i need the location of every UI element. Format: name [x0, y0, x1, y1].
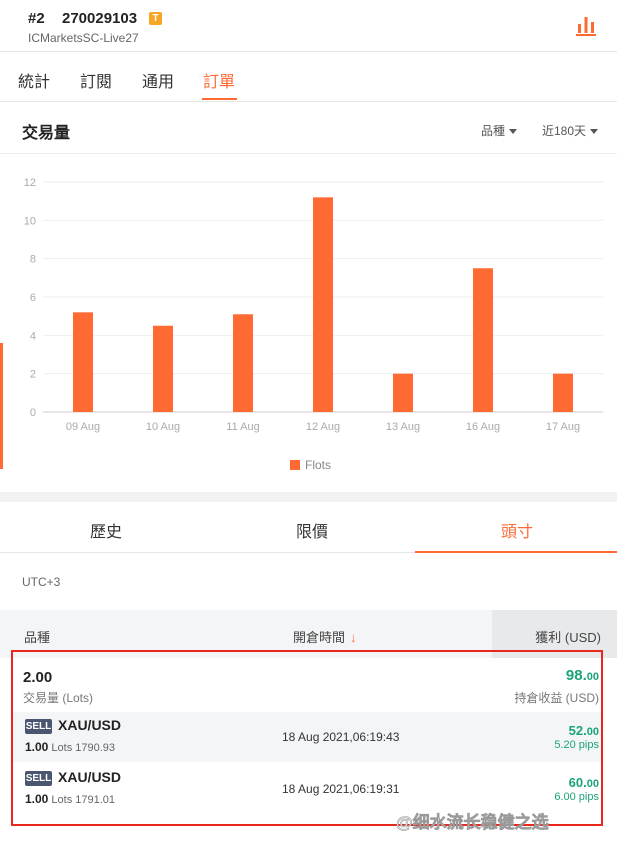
position-tab-active-indicator	[415, 551, 617, 553]
positions-summary: 2.00 交易量 (Lots) 98.00 持倉收益 (USD)	[13, 660, 603, 712]
legend-swatch	[290, 460, 300, 470]
tab-general[interactable]: 通用	[142, 68, 174, 92]
tab-orders[interactable]: 訂單	[203, 68, 235, 92]
period-filter-label: 近180天	[542, 124, 587, 138]
caret-down-icon	[590, 129, 599, 135]
y-tick-label: 4	[30, 330, 36, 342]
tab-limit[interactable]: 限價	[272, 518, 352, 542]
tab-active-indicator	[202, 98, 237, 100]
positions-table-header: 品種 開倉時間 ↓ 獲利 (USD)	[0, 610, 617, 658]
column-open-time-label: 開倉時間	[293, 630, 346, 645]
tab-subscription[interactable]: 訂閱	[80, 68, 112, 92]
summary-lots: 2.00	[23, 669, 53, 686]
watermark: @细水流长稳健之选	[396, 813, 549, 833]
summary-lots-label: 交易量 (Lots)	[23, 691, 94, 705]
bar	[473, 268, 493, 412]
account-rank: #2	[28, 10, 45, 27]
column-profit[interactable]: 獲利 (USD)	[535, 627, 601, 646]
x-tick-label: 17 Aug	[546, 421, 580, 433]
column-symbol[interactable]: 品種	[24, 627, 50, 646]
trade-symbol: XAU/USD	[58, 717, 122, 733]
sort-down-icon: ↓	[350, 630, 357, 645]
account-header: #2 270029103 T ICMarketsSC-Live27	[0, 0, 617, 52]
tab-statistics[interactable]: 統計	[18, 68, 50, 92]
caret-down-icon	[509, 129, 518, 135]
summary-profit: 98.00	[566, 667, 599, 684]
y-tick-label: 12	[24, 177, 36, 189]
trade-profit-dec: 00	[586, 726, 599, 738]
x-tick-label: 12 Aug	[306, 421, 340, 433]
bar	[73, 312, 93, 412]
column-open-time[interactable]: 開倉時間 ↓	[293, 627, 357, 646]
table-row[interactable]: SELL XAU/USD 1.00 Lots 1791.01 18 Aug 20…	[13, 764, 603, 814]
symbol-filter-label: 品種	[481, 124, 506, 138]
trade-profit: 52.00	[569, 723, 599, 738]
summary-profit-dec: 00	[586, 671, 599, 683]
trade-profit-dec: 00	[586, 778, 599, 790]
account-id: 270029103	[62, 10, 138, 27]
position-tabs: 歷史 限價 頭寸	[0, 502, 617, 553]
period-filter-dropdown[interactable]: 近180天	[542, 122, 599, 139]
x-tick-label: 11 Aug	[226, 421, 259, 433]
trade-price: 1791.01	[75, 794, 116, 806]
trade-profit-int: 60.	[568, 775, 587, 790]
bar	[153, 325, 173, 412]
account-server: ICMarketsSC-Live27	[28, 31, 139, 45]
x-tick-label: 16 Aug	[466, 421, 500, 433]
trade-profit: 60.00	[569, 775, 599, 790]
y-tick-label: 2	[30, 369, 36, 381]
trade-symbol: XAU/USD	[58, 769, 122, 785]
symbol-filter-dropdown[interactable]: 品種	[481, 122, 518, 139]
bar	[393, 373, 413, 412]
volume-header: 交易量 品種 近180天	[0, 102, 617, 154]
y-tick-label: 6	[30, 292, 36, 304]
trade-open-time: 18 Aug 2021,06:19:31	[282, 782, 400, 796]
trade-pips: 6.00 pips	[554, 791, 599, 803]
trade-lots: 1.00 Lots 1791.01	[25, 792, 115, 806]
trade-open-time: 18 Aug 2021,06:19:43	[282, 730, 400, 744]
trade-price: 1790.93	[75, 742, 116, 754]
trade-pips: 5.20 pips	[554, 739, 599, 751]
table-row[interactable]: SELL XAU/USD 1.00 Lots 1790.93 18 Aug 20…	[13, 712, 603, 762]
bar-chart-icon[interactable]	[574, 14, 598, 36]
tab-positions[interactable]: 頭寸	[477, 518, 557, 542]
tab-history[interactable]: 歷史	[66, 518, 146, 542]
side-badge: SELL	[25, 771, 52, 786]
trade-lots-value: 1.00	[25, 792, 49, 806]
trade-lots: 1.00 Lots 1790.93	[25, 740, 115, 754]
x-tick-label: 09 Aug	[66, 421, 100, 433]
side-badge: SELL	[25, 719, 52, 734]
trade-lots-word: Lots	[51, 794, 73, 806]
timezone-label: UTC+3	[22, 575, 61, 589]
legend-label: Flots	[305, 458, 331, 472]
bar	[553, 373, 573, 412]
trade-lots-word: Lots	[51, 742, 73, 754]
trade-lots-value: 1.00	[25, 740, 49, 754]
bar	[233, 314, 253, 412]
summary-profit-label: 持倉收益 (USD)	[514, 691, 599, 705]
y-tick-label: 8	[30, 254, 36, 266]
main-tabs: 統計 訂閱 通用 訂單	[0, 52, 617, 102]
y-tick-label: 10	[24, 215, 36, 227]
account-type-badge: T	[149, 12, 162, 25]
trade-profit-int: 52.	[568, 723, 587, 738]
x-tick-label: 10 Aug	[146, 421, 180, 433]
section-divider	[0, 492, 617, 502]
volume-title: 交易量	[22, 125, 71, 142]
y-tick-label: 0	[30, 407, 36, 419]
summary-profit-int: 98.	[565, 667, 587, 684]
volume-bar-chart: 0 2 4 6 8 10 12 09 Aug 10 Aug 11 Aug 12 Aug 13 Aug 1…	[24, 177, 603, 472]
bar	[313, 197, 333, 412]
x-tick-label: 13 Aug	[386, 421, 420, 433]
